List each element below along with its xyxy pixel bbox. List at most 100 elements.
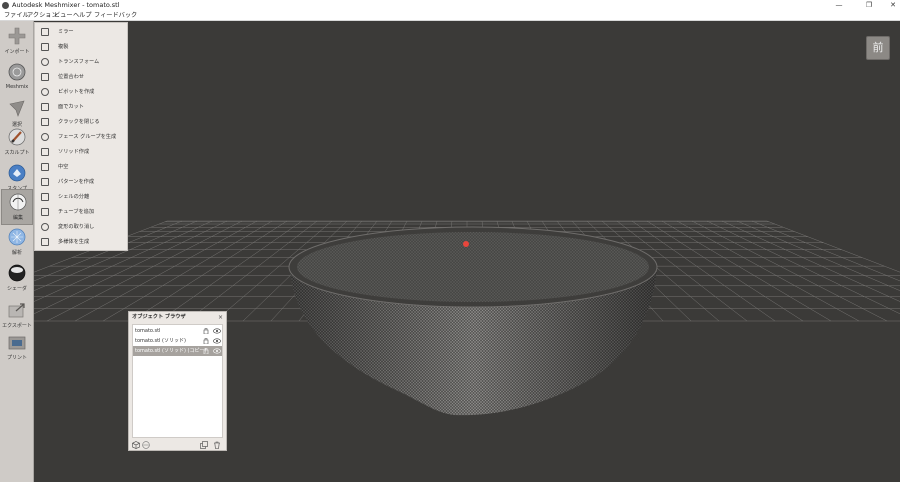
analysis-icon <box>8 228 26 246</box>
menu-item-make-pattern[interactable]: パターンを作成 <box>35 175 129 190</box>
menu-item-separate-shells[interactable]: シェルの分離 <box>35 190 129 205</box>
tool-shader[interactable]: シェーダ <box>1 261 33 297</box>
menu-item-generate-face-groups[interactable]: フェース グループを生成 <box>35 130 129 145</box>
menu-item-duplicate[interactable]: 複製 <box>35 40 129 55</box>
menu-item-create-pivot[interactable]: ピボットを作成 <box>35 85 129 100</box>
brush-icon <box>8 128 26 146</box>
cube-icon[interactable] <box>132 441 140 449</box>
visibility-eye-icon[interactable] <box>213 328 221 334</box>
tool-print[interactable]: プリント <box>1 330 33 366</box>
undo-deform-icon <box>41 223 49 231</box>
menu-item-align[interactable]: 位置合わせ <box>35 70 129 85</box>
menu-item-hollow[interactable]: 中空 <box>35 160 129 175</box>
lock-hand-icon[interactable] <box>203 348 209 354</box>
tool-export[interactable]: エクスポート <box>1 298 33 334</box>
menu-item-mirror[interactable]: ミラー <box>35 25 129 40</box>
separate-shells-icon <box>41 193 49 201</box>
view-cube[interactable]: 前 <box>866 36 890 60</box>
tool-shader-label: シェーダ <box>6 286 27 292</box>
manifold-icon <box>41 238 49 246</box>
menu-item-generate-manifold[interactable]: 多様体を生成 <box>35 235 129 250</box>
menu-item-label: トランスフォーム <box>58 59 100 65</box>
object-browser-close-button[interactable]: × <box>218 312 223 323</box>
minimize-button[interactable]: — <box>826 0 852 11</box>
export-icon <box>8 303 25 318</box>
object-list-item[interactable]: tomato.stl (ソリッド) <box>133 336 222 346</box>
sphere-icon[interactable] <box>142 441 150 449</box>
menu-view[interactable]: ビュー <box>54 11 73 21</box>
object-name: tomato.stl (ソリッド) <box>135 338 186 344</box>
menu-item-label: 中空 <box>58 164 69 170</box>
menu-item-label: 位置合わせ <box>58 74 84 80</box>
pivot-icon <box>41 88 49 96</box>
trash-icon[interactable] <box>213 441 221 449</box>
close-button[interactable]: ✕ <box>880 0 900 11</box>
meshmix-sphere-icon <box>8 63 26 81</box>
face-groups-icon <box>41 133 49 141</box>
tool-sculpt[interactable]: スカルプト <box>1 125 33 161</box>
menu-item-label: 多様体を生成 <box>58 239 90 245</box>
duplicate-object-icon[interactable] <box>200 441 208 449</box>
menu-item-label: フェース グループを生成 <box>58 134 117 140</box>
menu-item-label: ミラー <box>58 29 74 35</box>
menu-item-label: チューブを追加 <box>58 209 95 215</box>
shader-icon <box>8 264 26 282</box>
lock-hand-icon[interactable] <box>203 338 209 344</box>
mesh-model[interactable] <box>288 226 658 416</box>
pattern-icon <box>41 178 49 186</box>
menu-item-label: 面でカット <box>58 104 84 110</box>
menu-item-make-solid[interactable]: ソリッド作成 <box>35 145 129 160</box>
visibility-eye-icon[interactable] <box>213 348 221 354</box>
menu-item-label: ソリッド作成 <box>58 149 90 155</box>
menu-item-transform[interactable]: トランスフォーム <box>35 55 129 70</box>
menu-item-label: ピボットを作成 <box>58 89 95 95</box>
object-list: tomato.stl tomato.stl (ソリッド) tomato.stl … <box>132 324 223 438</box>
object-browser-title: オブジェクト ブラウザ <box>132 314 186 320</box>
object-browser-header: オブジェクト ブラウザ × <box>129 312 226 323</box>
visibility-eye-icon[interactable] <box>213 338 221 344</box>
hollow-icon <box>41 163 49 171</box>
pivot-marker[interactable] <box>463 241 469 247</box>
add-tube-icon <box>41 208 49 216</box>
select-arrow-icon <box>9 100 25 117</box>
object-browser-panel: オブジェクト ブラウザ × tomato.stl tomato.stl (ソリッ… <box>128 311 227 451</box>
menu-item-add-tube[interactable]: チューブを追加 <box>35 205 129 220</box>
lock-hand-icon[interactable] <box>203 328 209 334</box>
align-icon <box>41 73 49 81</box>
title-bar: Autodesk Meshmixer - tomato.stl — ❐ ✕ <box>0 0 900 11</box>
menu-help[interactable]: ヘルプ <box>73 11 92 21</box>
tool-analysis[interactable]: 解析 <box>1 225 33 261</box>
object-name: tomato.stl (ソリッド) (コピー) <box>135 348 207 354</box>
menu-file[interactable]: ファイル <box>4 11 29 21</box>
edit-dropdown-menu: ミラー 複製 トランスフォーム 位置合わせ ピボットを作成 面でカット クラック… <box>34 22 128 251</box>
tool-edit-label: 編集 <box>12 215 23 221</box>
menu-item-label: パターンを作成 <box>58 179 95 185</box>
restore-button[interactable]: ❐ <box>856 0 882 11</box>
menu-item-label: 複製 <box>58 44 69 50</box>
tool-analysis-label: 解析 <box>11 250 22 256</box>
menu-item-plane-cut[interactable]: 面でカット <box>35 100 129 115</box>
plane-cut-icon <box>41 103 49 111</box>
stamp-icon <box>8 164 26 182</box>
menu-feedback[interactable]: フィードバック <box>94 11 137 21</box>
tool-meshmix[interactable]: Meshmix <box>1 60 33 96</box>
make-solid-icon <box>41 148 49 156</box>
object-browser-footer <box>129 440 226 451</box>
duplicate-icon <box>41 43 49 51</box>
menu-item-undo-deform[interactable]: 変形の取り消し <box>35 220 129 235</box>
tool-export-label: エクスポート <box>2 323 32 329</box>
object-list-item-selected[interactable]: tomato.stl (ソリッド) (コピー) <box>133 346 222 356</box>
window-title: Autodesk Meshmixer - tomato.stl <box>12 1 120 9</box>
mirror-icon <box>41 28 49 36</box>
left-toolbar: インポート Meshmix 選択 スカルプト スタンプ 編集 解析 シェーダ エ… <box>0 21 34 482</box>
menu-item-close-cracks[interactable]: クラックを閉じる <box>35 115 129 130</box>
tool-import[interactable]: インポート <box>1 24 33 60</box>
tool-edit[interactable]: 編集 <box>1 189 33 225</box>
print-icon <box>8 336 26 350</box>
menu-item-label: シェルの分離 <box>58 194 90 200</box>
close-cracks-icon <box>41 118 49 126</box>
object-name: tomato.stl <box>135 328 161 334</box>
edit-icon <box>9 193 27 211</box>
object-list-item[interactable]: tomato.stl <box>133 326 222 336</box>
tool-import-label: インポート <box>4 49 30 55</box>
